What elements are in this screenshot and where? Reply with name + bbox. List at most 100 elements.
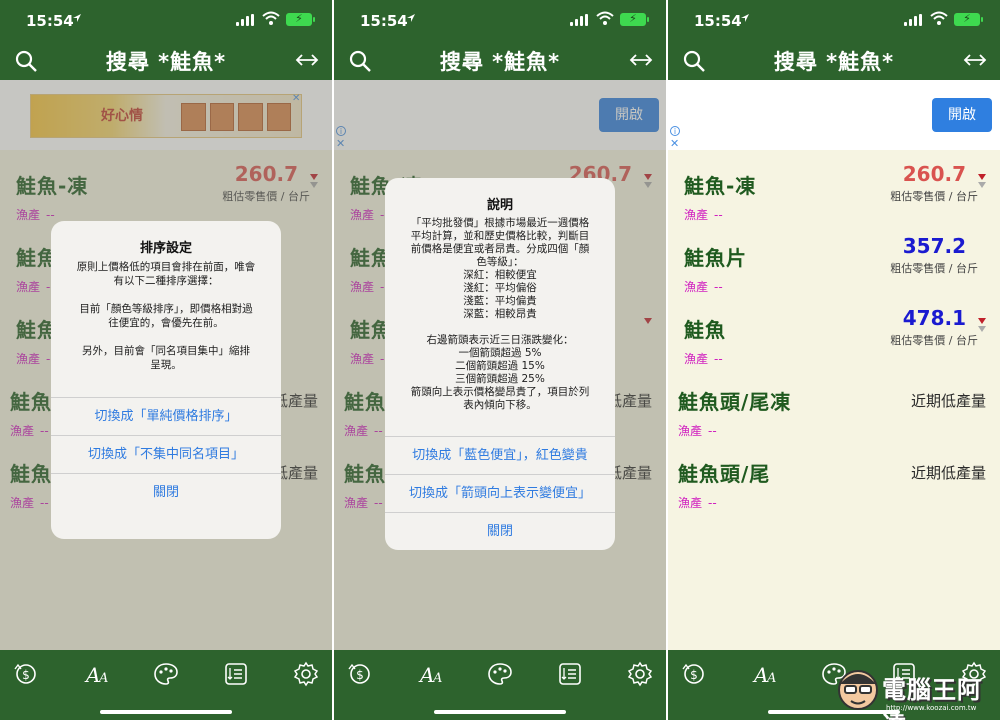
watermark-url: http://www.koozai.com.tw [886, 704, 977, 712]
location-arrow-icon [407, 14, 415, 22]
item-price: 478.1 [902, 306, 966, 330]
nav-bar: 搜尋 *鮭魚* [334, 42, 666, 80]
nav-bar: 搜尋 *鮭魚* [0, 42, 332, 80]
status-bar: 15:54 ⚡ [0, 0, 332, 42]
palette-icon[interactable] [486, 660, 514, 688]
svg-text:A: A [752, 663, 768, 687]
item-category: 漁產-- [684, 208, 723, 222]
location-arrow-icon [741, 14, 749, 22]
ad-info-icon[interactable]: i [670, 126, 680, 136]
dialog-message: 原則上價格低的項目會排在前面，唯會 有以下二種排序選擇： 目前「顏色等級排序」，… [76, 261, 256, 371]
location-arrow-icon [73, 14, 81, 22]
close-button[interactable]: 關閉 [385, 512, 615, 550]
nav-bar: 搜尋 *鮭魚* [668, 42, 1000, 80]
switch-to-price-sort-button[interactable]: 切換成「單純價格排序」 [51, 397, 281, 435]
price-trend-icon[interactable]: $ [346, 660, 374, 688]
page-title: 搜尋 *鮭魚* [105, 50, 227, 74]
close-button[interactable]: 關閉 [51, 473, 281, 511]
explanation-dialog: 說明 「平均批發價」根據市場最近一週價格 平均計算，並和歷史價格比較，判斷目 前… [385, 178, 615, 550]
page-title: 搜尋 *鮭魚* [773, 50, 895, 74]
switch-to-ungrouped-button[interactable]: 切換成「不集中同名項目」 [51, 435, 281, 473]
item-category: 漁產-- [678, 496, 717, 510]
swap-horizontal-icon[interactable] [294, 50, 320, 70]
svg-text:A: A [766, 671, 776, 686]
tab-bar: $ AA [0, 650, 332, 720]
dialog-title: 說明 [486, 198, 513, 213]
item-price: 357.2 [902, 234, 966, 258]
tab-bar: $ AA [334, 650, 666, 720]
svg-text:$: $ [690, 668, 698, 682]
home-indicator [100, 710, 232, 714]
item-category: 漁產-- [684, 352, 723, 366]
item-unit: 粗估零售價 / 台斤 [890, 334, 978, 347]
trend-down-red-icon [978, 318, 986, 324]
battery-charging-icon: ⚡ [954, 12, 983, 26]
trend-down-red-icon [978, 174, 986, 180]
sort-list-icon[interactable] [556, 660, 584, 688]
item-unit: 粗估零售價 / 台斤 [890, 262, 978, 275]
item-status: 近期低產量 [910, 392, 986, 410]
page-title: 搜尋 *鮭魚* [439, 50, 561, 74]
cellular-signal-icon [570, 14, 588, 26]
font-size-icon[interactable]: AA [752, 660, 780, 688]
screen-search-results: 15:54 ⚡ 搜尋 *鮭魚* 開啟 i ✕ 鮭魚-凍 260.7 粗估零售價 … [668, 0, 1000, 720]
mascot-face-icon [838, 670, 878, 710]
switch-blue-cheap-button[interactable]: 切換成「藍色便宜」，紅色變貴 [385, 436, 615, 474]
svg-text:$: $ [356, 668, 364, 682]
swap-horizontal-icon[interactable] [628, 50, 654, 70]
item-name: 鮭魚 [684, 318, 726, 342]
status-time: 15:54 [694, 12, 742, 30]
svg-text:A: A [418, 663, 434, 687]
status-bar: 15:54 ⚡ [668, 0, 1000, 42]
font-size-icon[interactable]: AA [418, 660, 446, 688]
item-price: 260.7 [902, 162, 966, 186]
switch-arrow-up-cheaper-button[interactable]: 切換成「箭頭向上表示變便宜」 [385, 474, 615, 512]
status-time: 15:54 [26, 12, 74, 30]
home-indicator [434, 710, 566, 714]
wifi-icon [262, 11, 280, 25]
svg-text:A: A [98, 671, 108, 686]
list-item[interactable]: 鮭魚頭/尾凍 近期低產量 漁產-- [668, 366, 1000, 438]
screen-sort-settings: 15:54 ⚡ 搜尋 *鮭魚* 好心情 ✕ 鮭魚-凍 260.7 粗估零售價 /… [0, 0, 332, 720]
font-size-icon[interactable]: AA [84, 660, 112, 688]
list-item[interactable]: 鮭魚頭/尾 近期低產量 漁產-- [668, 438, 1000, 510]
svg-text:A: A [84, 663, 100, 687]
trend-grey-icon [978, 326, 986, 332]
screen-explanation: 15:54 ⚡ 搜尋 *鮭魚* 開啟 i ✕ 鮭魚-凍 260.7 漁產-- 鮭… [334, 0, 666, 720]
ad-open-button[interactable]: 開啟 [932, 98, 992, 132]
svg-text:$: $ [22, 668, 30, 682]
price-trend-icon[interactable]: $ [680, 660, 708, 688]
item-unit: 粗估零售價 / 台斤 [890, 190, 978, 203]
wifi-icon [930, 11, 948, 25]
list-item[interactable]: 鮭魚 478.1 粗估零售價 / 台斤 漁產 -- [668, 294, 1000, 366]
settings-gear-icon[interactable] [626, 660, 654, 688]
trend-grey-icon [978, 182, 986, 188]
ad-close-icon[interactable]: ✕ [670, 138, 679, 149]
battery-charging-icon: ⚡ [620, 12, 649, 26]
settings-gear-icon[interactable] [292, 660, 320, 688]
sort-list-icon[interactable] [222, 660, 250, 688]
item-name: 鮭魚-凍 [684, 174, 757, 198]
item-name: 鮭魚頭/尾凍 [678, 390, 792, 414]
dialog-title: 排序設定 [139, 241, 192, 256]
item-status: 近期低產量 [910, 464, 986, 482]
status-time: 15:54 [360, 12, 408, 30]
price-trend-icon[interactable]: $ [12, 660, 40, 688]
sort-settings-dialog: 排序設定 原則上價格低的項目會排在前面，唯會 有以下二種排序選擇： 目前「顏色等… [51, 221, 281, 539]
palette-icon[interactable] [152, 660, 180, 688]
battery-charging-icon: ⚡ [286, 12, 315, 26]
item-name: 鮭魚片 [684, 246, 747, 270]
status-bar: 15:54 ⚡ [334, 0, 666, 42]
item-category: 漁產-- [684, 280, 723, 294]
result-list: 鮭魚-凍 260.7 粗估零售價 / 台斤 漁產 -- 鮭魚片 357.2 粗估零… [668, 150, 1000, 650]
svg-text:A: A [432, 671, 442, 686]
item-name: 鮭魚頭/尾 [678, 462, 771, 486]
dialog-message: 「平均批發價」根據市場最近一週價格 平均計算，並和歷史價格比較，判斷目 前價格是… [410, 217, 590, 411]
list-item[interactable]: 鮭魚-凍 260.7 粗估零售價 / 台斤 漁產 -- [668, 150, 1000, 222]
cellular-signal-icon [236, 14, 254, 26]
swap-horizontal-icon[interactable] [962, 50, 988, 70]
item-category: 漁產-- [678, 424, 717, 438]
watermark-text: 電腦王阿達 [882, 676, 982, 720]
list-item[interactable]: 鮭魚片 357.2 粗估零售價 / 台斤 漁產 -- [668, 222, 1000, 294]
wifi-icon [596, 11, 614, 25]
